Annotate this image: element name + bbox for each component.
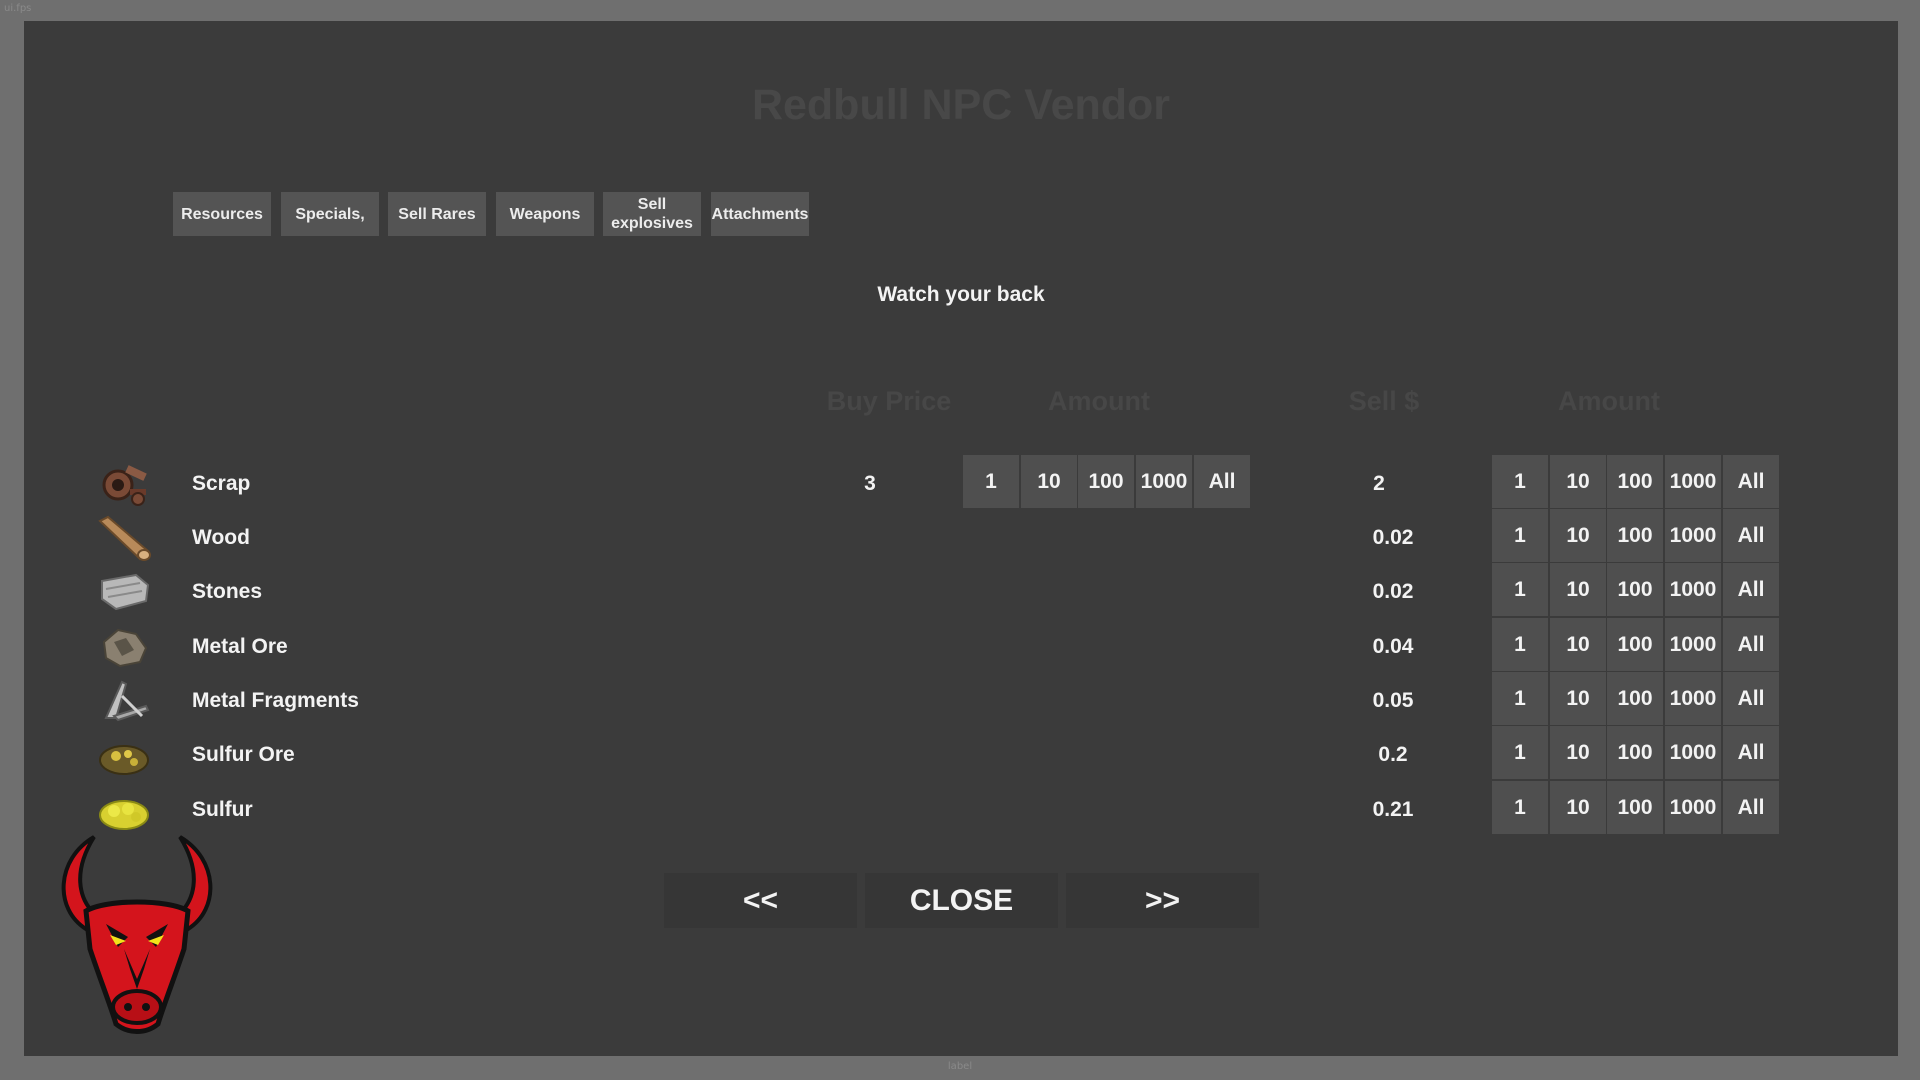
next-page-button[interactable]: >>	[1066, 873, 1259, 928]
item-name-stones: Stones	[192, 580, 263, 603]
prev-page-button[interactable]: <<	[664, 873, 857, 928]
sell-wood-100-button[interactable]: 100	[1607, 509, 1663, 562]
sell-sulfur-ore-100-button[interactable]: 100	[1607, 726, 1663, 779]
sell-metal-ore-1-button[interactable]: 1	[1492, 618, 1548, 671]
sell-price-sulfur: 0.21	[1372, 798, 1414, 821]
sell-sulfur-100-button[interactable]: 100	[1607, 781, 1663, 834]
sell-metal-fragments-1000-button[interactable]: 1000	[1665, 672, 1721, 725]
buy-scrap-100-button[interactable]: 100	[1078, 455, 1134, 508]
close-button[interactable]: CLOSE	[865, 873, 1058, 928]
sell-price-scrap: 2	[1373, 472, 1385, 495]
sulfur-ore-icon	[96, 730, 152, 780]
sell-sulfur-1-button[interactable]: 1	[1492, 781, 1548, 834]
sell-stones-1-button[interactable]: 1	[1492, 563, 1548, 616]
sell-metal-ore-10-button[interactable]: 10	[1550, 618, 1606, 671]
buy-scrap-all-button[interactable]: All	[1194, 455, 1250, 508]
sell-stones-100-button[interactable]: 100	[1607, 563, 1663, 616]
sell-stones-10-button[interactable]: 10	[1550, 563, 1606, 616]
sell-stones-1000-button[interactable]: 1000	[1665, 563, 1721, 616]
sell-metal-ore-1000-button[interactable]: 1000	[1665, 618, 1721, 671]
tab-specials[interactable]: Specials,	[281, 192, 379, 236]
sell-price-wood: 0.02	[1372, 526, 1414, 549]
tab-attachments[interactable]: Attachments	[711, 192, 809, 236]
sell-price-header: Sell $	[1348, 386, 1420, 416]
tab-sell-explosives[interactable]: Sell explosives	[603, 192, 701, 236]
sell-wood-1-button[interactable]: 1	[1492, 509, 1548, 562]
sell-sulfur-1000-button[interactable]: 1000	[1665, 781, 1721, 834]
scrap-icon	[96, 459, 152, 509]
fps-label: ui.fps	[4, 3, 32, 14]
tab-weapons[interactable]: Weapons	[496, 192, 594, 236]
buy-scrap-10-button[interactable]: 10	[1021, 455, 1077, 508]
sell-sulfur-all-button[interactable]: All	[1723, 781, 1779, 834]
sell-metal-fragments-1-button[interactable]: 1	[1492, 672, 1548, 725]
sell-scrap-all-button[interactable]: All	[1723, 455, 1779, 508]
buy-amount-header: Amount	[1048, 386, 1150, 416]
sell-price-metal-fragments: 0.05	[1372, 689, 1414, 712]
sell-metal-fragments-100-button[interactable]: 100	[1607, 672, 1663, 725]
metal-fragments-icon	[96, 676, 152, 726]
page-title: Redbull NPC Vendor	[751, 81, 1171, 129]
sulfur-icon	[96, 785, 152, 835]
item-name-sulfur-ore: Sulfur Ore	[192, 743, 295, 766]
bull-logo-icon	[61, 835, 213, 1034]
wood-icon	[96, 513, 152, 563]
footer-label: label	[947, 1061, 973, 1072]
sell-metal-fragments-all-button[interactable]: All	[1723, 672, 1779, 725]
item-name-wood: Wood	[192, 526, 250, 549]
sell-scrap-1000-button[interactable]: 1000	[1665, 455, 1721, 508]
sell-amount-header: Amount	[1558, 386, 1660, 416]
buy-price-scrap: 3	[864, 472, 876, 495]
sell-sulfur-ore-10-button[interactable]: 10	[1550, 726, 1606, 779]
sell-price-sulfur-ore: 0.2	[1378, 743, 1408, 766]
sell-sulfur-ore-1000-button[interactable]: 1000	[1665, 726, 1721, 779]
tab-resources[interactable]: Resources	[173, 192, 271, 236]
item-name-sulfur: Sulfur	[192, 798, 253, 821]
sell-sulfur-10-button[interactable]: 10	[1550, 781, 1606, 834]
metal-ore-icon	[96, 622, 152, 672]
vendor-panel: Redbull NPC Vendor Resources Specials, S…	[24, 21, 1898, 1056]
sell-metal-fragments-10-button[interactable]: 10	[1550, 672, 1606, 725]
sell-scrap-100-button[interactable]: 100	[1607, 455, 1663, 508]
sell-metal-ore-100-button[interactable]: 100	[1607, 618, 1663, 671]
item-name-metal-fragments: Metal Fragments	[192, 689, 359, 712]
buy-price-header: Buy Price	[826, 386, 952, 416]
stones-icon	[96, 567, 152, 617]
sell-sulfur-ore-1-button[interactable]: 1	[1492, 726, 1548, 779]
item-name-scrap: Scrap	[192, 472, 251, 495]
vendor-subtitle: Watch your back	[877, 283, 1045, 306]
sell-wood-1000-button[interactable]: 1000	[1665, 509, 1721, 562]
item-name-metal-ore: Metal Ore	[192, 635, 288, 658]
sell-price-stones: 0.02	[1372, 580, 1414, 603]
sell-metal-ore-all-button[interactable]: All	[1723, 618, 1779, 671]
buy-scrap-1000-button[interactable]: 1000	[1136, 455, 1192, 508]
sell-wood-10-button[interactable]: 10	[1550, 509, 1606, 562]
sell-scrap-10-button[interactable]: 10	[1550, 455, 1606, 508]
sell-stones-all-button[interactable]: All	[1723, 563, 1779, 616]
sell-scrap-1-button[interactable]: 1	[1492, 455, 1548, 508]
sell-wood-all-button[interactable]: All	[1723, 509, 1779, 562]
buy-scrap-1-button[interactable]: 1	[963, 455, 1019, 508]
tab-sell-rares[interactable]: Sell Rares	[388, 192, 486, 236]
sell-sulfur-ore-all-button[interactable]: All	[1723, 726, 1779, 779]
sell-price-metal-ore: 0.04	[1372, 635, 1414, 658]
